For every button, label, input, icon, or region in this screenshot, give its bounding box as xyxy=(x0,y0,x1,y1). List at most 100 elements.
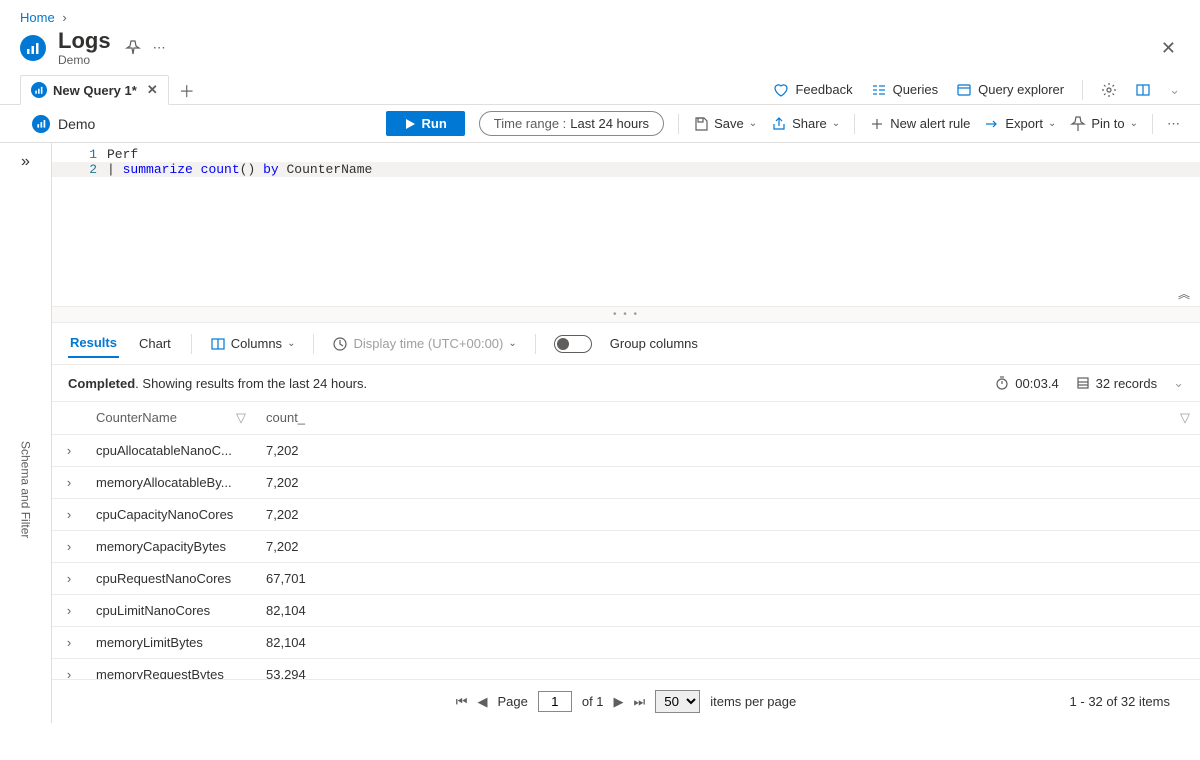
more-icon[interactable]: ⋯ xyxy=(153,40,166,56)
column-header-countername[interactable]: CounterName▽ xyxy=(86,402,256,435)
tab-close-icon[interactable]: ✕ xyxy=(147,82,158,98)
breadcrumb-home[interactable]: Home xyxy=(20,10,55,25)
expand-row-icon[interactable]: › xyxy=(52,595,86,627)
cell-count: 53,294 xyxy=(256,659,1200,680)
list-icon xyxy=(871,82,887,98)
drag-handle[interactable]: • • • xyxy=(52,307,1200,323)
cell-countername: cpuCapacityNanoCores xyxy=(86,499,256,531)
page-title: Logs xyxy=(58,29,111,53)
collapse-editor-icon[interactable]: ︽ xyxy=(1178,285,1190,302)
expand-row-icon[interactable]: › xyxy=(52,627,86,659)
clock-icon xyxy=(332,336,348,352)
column-header-count[interactable]: count_▽ xyxy=(256,402,1200,435)
table-row[interactable]: ›cpuAllocatableNanoC...7,202 xyxy=(52,435,1200,467)
settings-icon[interactable] xyxy=(1101,82,1117,98)
page-next-icon[interactable]: ▶ xyxy=(614,694,624,710)
cell-countername: cpuRequestNanoCores xyxy=(86,563,256,595)
cell-countername: cpuAllocatableNanoC... xyxy=(86,435,256,467)
expand-row-icon[interactable]: › xyxy=(52,499,86,531)
new-alert-button[interactable]: New alert rule xyxy=(869,116,970,132)
results-grid: CounterName▽ count_▽ ›cpuAllocatableNano… xyxy=(52,402,1200,679)
feedback-link[interactable]: Feedback xyxy=(773,82,852,98)
expand-results-icon[interactable]: ⌄ xyxy=(1173,375,1184,391)
cell-count: 82,104 xyxy=(256,595,1200,627)
expand-row-icon[interactable]: › xyxy=(52,467,86,499)
cell-count: 7,202 xyxy=(256,467,1200,499)
pin-icon[interactable] xyxy=(125,40,141,56)
page-input[interactable] xyxy=(538,691,572,712)
scope-icon xyxy=(32,115,50,133)
line-number: 2 xyxy=(52,162,107,177)
filter-icon[interactable]: ▽ xyxy=(1180,410,1190,426)
run-button[interactable]: Run xyxy=(386,111,465,136)
status-row: Completed. Showing results from the last… xyxy=(52,365,1200,402)
export-icon xyxy=(984,116,1000,132)
page-subtitle: Demo xyxy=(58,53,111,67)
share-button[interactable]: Share⌄ xyxy=(771,116,840,132)
duration: 00:03.4 xyxy=(994,375,1058,391)
columns-selector[interactable]: Columns⌄ xyxy=(210,336,296,352)
expand-row-icon[interactable]: › xyxy=(52,659,86,680)
cell-countername: memoryCapacityBytes xyxy=(86,531,256,563)
query-editor[interactable]: 1 Perf 2 | summarize count() by CounterN… xyxy=(52,143,1200,307)
expand-row-icon[interactable]: › xyxy=(52,531,86,563)
table-row[interactable]: ›cpuRequestNanoCores67,701 xyxy=(52,563,1200,595)
chevron-down-icon[interactable]: ⌄ xyxy=(1169,82,1180,98)
group-columns-toggle[interactable] xyxy=(554,335,592,353)
plus-icon xyxy=(869,116,885,132)
panel-icon[interactable] xyxy=(1135,82,1151,98)
share-icon xyxy=(771,116,787,132)
pin-small-icon xyxy=(1070,116,1086,132)
line-number: 1 xyxy=(52,147,107,162)
table-row[interactable]: ›memoryCapacityBytes7,202 xyxy=(52,531,1200,563)
result-tabs: Results Chart Columns⌄ Display time (UTC… xyxy=(52,323,1200,365)
display-time-selector[interactable]: Display time (UTC+00:00)⌄ xyxy=(332,336,516,352)
expand-row-icon[interactable]: › xyxy=(52,435,86,467)
scope-selector[interactable]: Demo xyxy=(32,115,95,133)
schema-filter-label[interactable]: Schema and Filter xyxy=(19,441,33,538)
page-first-icon[interactable]: ⏮ xyxy=(456,694,468,710)
cell-count: 7,202 xyxy=(256,499,1200,531)
page-prev-icon[interactable]: ◀ xyxy=(477,694,487,710)
expand-rail-icon[interactable]: » xyxy=(21,153,30,171)
cell-countername: cpuLimitNanoCores xyxy=(86,595,256,627)
table-row[interactable]: ›memoryRequestBytes53,294 xyxy=(52,659,1200,680)
queries-link[interactable]: Queries xyxy=(871,82,939,98)
filter-icon[interactable]: ▽ xyxy=(236,410,246,426)
save-icon xyxy=(693,116,709,132)
cell-count: 7,202 xyxy=(256,531,1200,563)
window-icon xyxy=(956,82,972,98)
page-last-icon[interactable]: ⏭ xyxy=(634,694,646,710)
record-count: 32 records xyxy=(1075,375,1157,391)
table-row[interactable]: ›memoryLimitBytes82,104 xyxy=(52,627,1200,659)
side-rail: » Schema and Filter xyxy=(0,143,52,723)
tab-logo-icon xyxy=(31,82,47,98)
tab-results[interactable]: Results xyxy=(68,329,119,358)
table-row[interactable]: ›memoryAllocatableBy...7,202 xyxy=(52,467,1200,499)
breadcrumb: Home › xyxy=(0,0,1200,29)
pin-to-button[interactable]: Pin to⌄ xyxy=(1070,116,1138,132)
play-icon xyxy=(404,118,416,130)
editor-toolbar: Demo Run Time range : Last 24 hours Save… xyxy=(0,105,1200,143)
time-range-selector[interactable]: Time range : Last 24 hours xyxy=(479,111,664,136)
save-button[interactable]: Save⌄ xyxy=(693,116,757,132)
cell-countername: memoryAllocatableBy... xyxy=(86,467,256,499)
tab-new-query[interactable]: New Query 1* ✕ xyxy=(20,75,169,105)
toolbar-more-icon[interactable]: ⋯ xyxy=(1167,116,1180,132)
close-icon[interactable]: ✕ xyxy=(1157,34,1180,63)
tab-chart[interactable]: Chart xyxy=(137,330,173,357)
export-button[interactable]: Export⌄ xyxy=(984,116,1056,132)
table-row[interactable]: ›cpuLimitNanoCores82,104 xyxy=(52,595,1200,627)
group-columns-label: Group columns xyxy=(610,336,698,351)
stopwatch-icon xyxy=(994,375,1010,391)
cell-count: 67,701 xyxy=(256,563,1200,595)
records-icon xyxy=(1075,375,1091,391)
page-summary: 1 - 32 of 32 items xyxy=(1070,694,1170,709)
table-row[interactable]: ›cpuCapacityNanoCores7,202 xyxy=(52,499,1200,531)
query-explorer-link[interactable]: Query explorer xyxy=(956,82,1064,98)
expand-row-icon[interactable]: › xyxy=(52,563,86,595)
cell-count: 7,202 xyxy=(256,435,1200,467)
page-size-select[interactable]: 50 xyxy=(655,690,700,713)
cell-countername: memoryLimitBytes xyxy=(86,627,256,659)
new-tab-button[interactable]: ＋ xyxy=(169,78,205,102)
